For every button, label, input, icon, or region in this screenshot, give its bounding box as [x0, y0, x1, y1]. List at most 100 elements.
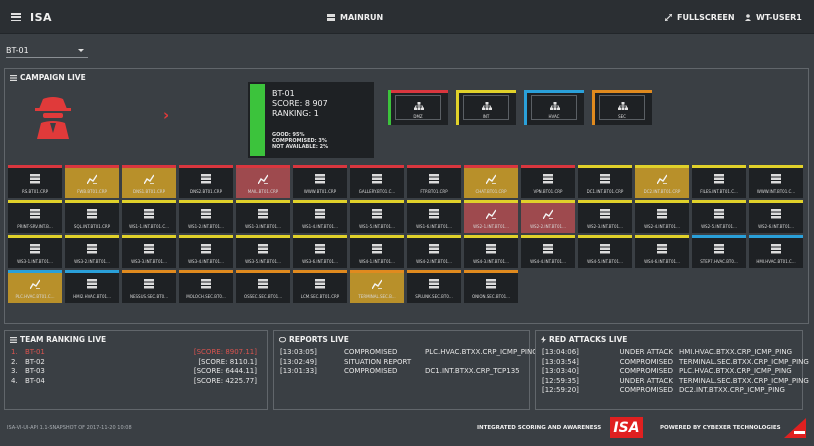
host-tile[interactable]: WS1-3.INT.BT01... — [236, 200, 290, 233]
attack-status: COMPROMISED — [619, 367, 673, 375]
host-tile[interactable]: WS1-1.INT.BT01.C... — [122, 200, 176, 233]
server-icon — [258, 209, 268, 219]
host-tile[interactable]: WS3-1.INT.BT01... — [8, 235, 62, 268]
host-tile[interactable]: PRINT-SRV.INT.B... — [8, 200, 62, 233]
host-label: GALLERY.BT01.C... — [358, 189, 396, 194]
host-label: PLC.HVAC.BT01.C... — [15, 294, 55, 299]
host-tile[interactable]: WS2-1.INT.BT01... — [464, 200, 518, 233]
host-tile[interactable]: WS3-5.INT.BT01... — [236, 235, 290, 268]
team-select[interactable]: BT-01 — [6, 43, 88, 58]
host-tile[interactable]: MAIL.BT01.CRP — [236, 165, 290, 198]
expand-icon — [665, 13, 672, 21]
host-tile[interactable]: GALLERY.BT01.C... — [350, 165, 404, 198]
attack-time: [13:03:54] — [542, 357, 579, 366]
reports-title: REPORTS LIVE — [279, 335, 349, 344]
server-icon — [600, 244, 610, 254]
host-tile[interactable]: OSSEC.SEC.BT01... — [236, 270, 290, 303]
host-tile[interactable]: WS2-3.INT.BT01... — [578, 200, 632, 233]
host-label: WS2-2.INT.BT01... — [530, 224, 566, 229]
server-icon — [201, 244, 211, 254]
host-label: FILES.INT.BT01.C... — [700, 189, 738, 194]
host-tile[interactable]: STEP7.HVAC.BT0... — [692, 235, 746, 268]
zone-card-dmz[interactable]: DMZ — [388, 90, 448, 125]
host-tile[interactable]: DNS1.BT01.CRP — [122, 165, 176, 198]
server-icon — [315, 279, 325, 289]
server-icon — [429, 279, 439, 289]
ranking-row: 2. BT-02 [SCORE: 8110.1] — [11, 358, 257, 368]
host-status-stripe — [407, 200, 461, 203]
ranking-list: 1. BT-01 [SCORE: 8907.11] 2. BT-02 [SCORE: 81… — [11, 348, 257, 386]
host-tile[interactable]: FILES.INT.BT01.C... — [692, 165, 746, 198]
host-status-stripe — [122, 235, 176, 238]
host-tile[interactable]: DNS2.BT01.CRP — [179, 165, 233, 198]
host-tile[interactable]: WS4-4.INT.BT01... — [521, 235, 575, 268]
host-tile[interactable]: DC1.INT.BT01.CRP — [578, 165, 632, 198]
host-tile[interactable]: DC2.INT.BT01.CRP — [635, 165, 689, 198]
host-label: WS1-6.INT.BT01... — [416, 224, 452, 229]
server-icon — [258, 244, 268, 254]
host-tile[interactable]: RS.BT01.CRP — [8, 165, 62, 198]
host-status-stripe — [521, 200, 575, 203]
host-tile[interactable]: CHAT.BT01.CRP — [464, 165, 518, 198]
zone-card-int[interactable]: INT — [456, 90, 516, 125]
menu-icon[interactable] — [11, 13, 21, 21]
summary-team: BT-01 — [272, 89, 295, 98]
host-tile[interactable]: TERMINAL.SEC.B... — [350, 270, 404, 303]
host-tile[interactable]: WS1-4.INT.BT01... — [293, 200, 347, 233]
reports-list: [13:03:05] COMPROMISED PLC.HVAC.BTXX.CRP_I… — [280, 348, 538, 377]
server-icon — [201, 209, 211, 219]
fullscreen-button[interactable]: FULLSCREEN — [665, 0, 735, 34]
server-icon — [144, 244, 154, 254]
host-tile[interactable]: FTP.BT01.CRP — [407, 165, 461, 198]
host-tile[interactable]: WS3-2.INT.BT01... — [65, 235, 119, 268]
host-tile[interactable]: WS1-2.INT.BT01... — [179, 200, 233, 233]
host-tile[interactable]: NESSUS.SEC.BT0... — [122, 270, 176, 303]
host-tile[interactable]: FWB.BT01.CRP — [65, 165, 119, 198]
host-label: HMI.HVAC.BT01.C... — [756, 259, 796, 264]
host-tile[interactable]: SPLUNK.SEC.BT0... — [407, 270, 461, 303]
host-tile[interactable]: WS1-5.INT.BT01... — [350, 200, 404, 233]
zone-card-sec[interactable]: SEC — [592, 90, 652, 125]
zone-inner: INT — [463, 95, 509, 120]
host-tile[interactable]: VPN.BT01.CRP — [521, 165, 575, 198]
host-tile[interactable]: HMI.HVAC.BT01.C... — [749, 235, 803, 268]
report-time: [13:01:33] — [280, 367, 317, 375]
zone-card-hvac[interactable]: HVAC — [524, 90, 584, 125]
host-tile[interactable]: WS4-6.INT.BT01... — [635, 235, 689, 268]
host-tile[interactable]: WS4-1.INT.BT01... — [350, 235, 404, 268]
host-tile[interactable]: WWW.INT.BT01.C... — [749, 165, 803, 198]
user-menu[interactable]: WT-USER1 — [745, 0, 802, 34]
host-tile[interactable]: HMI2.HVAC.BT01... — [65, 270, 119, 303]
host-tile[interactable]: WS4-5.INT.BT01... — [578, 235, 632, 268]
host-tile[interactable]: WS3-4.INT.BT01... — [179, 235, 233, 268]
host-tile[interactable]: WS3-3.INT.BT01... — [122, 235, 176, 268]
zone-label: SEC — [618, 114, 626, 119]
host-tile[interactable]: WS2-4.INT.BT01... — [635, 200, 689, 233]
host-tile[interactable]: WS2-6.INT.BT01... — [749, 200, 803, 233]
host-tile[interactable]: WWW.BT01.CRP — [293, 165, 347, 198]
host-tile[interactable]: WS2-2.INT.BT01... — [521, 200, 575, 233]
host-tile[interactable]: WS1-6.INT.BT01... — [407, 200, 461, 233]
host-tile[interactable]: PLC.HVAC.BT01.C... — [8, 270, 62, 303]
host-status-stripe — [65, 235, 119, 238]
host-tile[interactable]: WS2-5.INT.BT01... — [692, 200, 746, 233]
host-label: ONION.SEC.BT01... — [472, 294, 510, 299]
host-tile[interactable]: WS3-6.INT.BT01... — [293, 235, 347, 268]
host-status-stripe — [236, 270, 290, 273]
server-icon — [714, 244, 724, 254]
server-icon — [543, 174, 553, 184]
host-tile[interactable]: MOLOCH.SEC.BT0... — [179, 270, 233, 303]
host-label: LCM.SEC.BT01.CRP — [300, 294, 340, 299]
host-tile[interactable]: LCM.SEC.BT01.CRP — [293, 270, 347, 303]
host-label: FTP.BT01.CRP — [420, 189, 448, 194]
host-tile[interactable]: SQL.INT.BT01.CRP — [65, 200, 119, 233]
host-status-stripe — [350, 200, 404, 203]
rank-score: [SCORE: 4225.77] — [193, 376, 257, 385]
host-tile[interactable]: WS4-2.INT.BT01... — [407, 235, 461, 268]
server-icon — [600, 209, 610, 219]
host-label: VPN.BT01.CRP — [533, 189, 563, 194]
host-tile[interactable]: WS4-3.INT.BT01... — [464, 235, 518, 268]
server-icon — [144, 209, 154, 219]
host-tile[interactable]: ONION.SEC.BT01... — [464, 270, 518, 303]
host-label: SPLUNK.SEC.BT0... — [415, 294, 453, 299]
